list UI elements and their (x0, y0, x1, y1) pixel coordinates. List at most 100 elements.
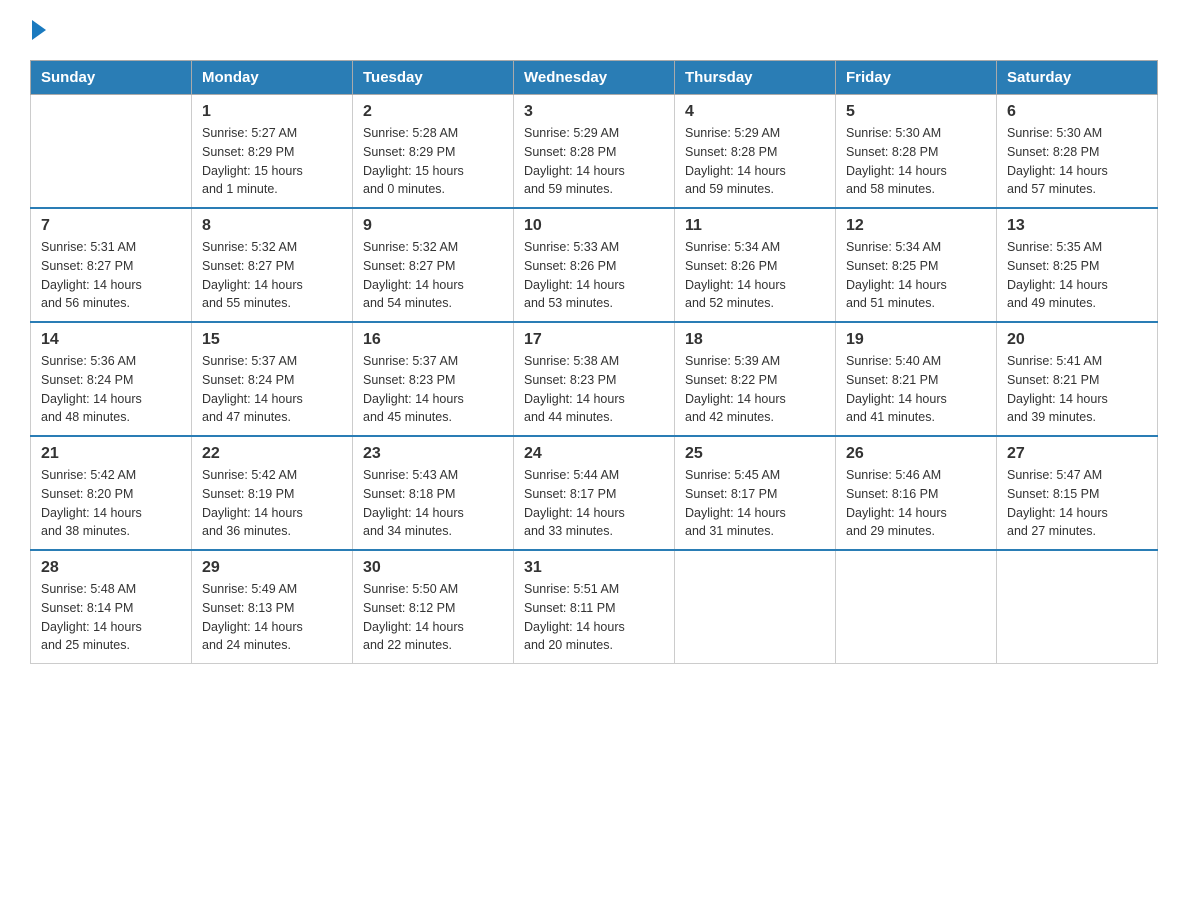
calendar-cell: 8Sunrise: 5:32 AM Sunset: 8:27 PM Daylig… (192, 208, 353, 322)
calendar-cell: 22 Sunrise: 5:42 AM Sunset: 8:19 PM Dayli… (192, 436, 353, 550)
day-info: Sunrise: 5:42 AM Sunset: 8:20 PM Dayligh… (41, 466, 181, 541)
calendar-cell: 16Sunrise: 5:37 AM Sunset: 8:23 PM Dayli… (353, 322, 514, 436)
day-info: Sunrise: 5:46 AM Sunset: 8:16 PM Dayligh… (846, 466, 986, 541)
day-info: Sunrise: 5:29 AM Sunset: 8:28 PM Dayligh… (685, 124, 825, 199)
logo-arrow-icon (32, 20, 46, 40)
day-number: 5 (846, 103, 986, 121)
calendar-cell: 31Sunrise: 5:51 AM Sunset: 8:11 PM Dayli… (514, 550, 675, 664)
calendar-cell: 11 Sunrise: 5:34 AM Sunset: 8:26 PM Dayli… (675, 208, 836, 322)
calendar-week-row: 1 Sunrise: 5:27 AM Sunset: 8:29 PM Daylig… (31, 95, 1158, 209)
day-number: 12 (846, 217, 986, 235)
day-info: Sunrise: 5:50 AM Sunset: 8:12 PM Dayligh… (363, 580, 503, 655)
calendar-cell: 14 Sunrise: 5:36 AM Sunset: 8:24 PM Dayli… (31, 322, 192, 436)
calendar-cell: 12 Sunrise: 5:34 AM Sunset: 8:25 PM Dayli… (836, 208, 997, 322)
calendar-cell: 24Sunrise: 5:44 AM Sunset: 8:17 PM Dayli… (514, 436, 675, 550)
day-info: Sunrise: 5:41 AM Sunset: 8:21 PM Dayligh… (1007, 352, 1147, 427)
day-number: 30 (363, 559, 503, 577)
calendar-cell: 17 Sunrise: 5:38 AM Sunset: 8:23 PM Dayli… (514, 322, 675, 436)
calendar-cell: 28Sunrise: 5:48 AM Sunset: 8:14 PM Dayli… (31, 550, 192, 664)
day-info: Sunrise: 5:34 AM Sunset: 8:25 PM Dayligh… (846, 238, 986, 313)
day-info: Sunrise: 5:42 AM Sunset: 8:19 PM Dayligh… (202, 466, 342, 541)
calendar-cell: 7 Sunrise: 5:31 AM Sunset: 8:27 PM Daylig… (31, 208, 192, 322)
weekday-header-sunday: Sunday (31, 61, 192, 95)
day-info: Sunrise: 5:34 AM Sunset: 8:26 PM Dayligh… (685, 238, 825, 313)
day-info: Sunrise: 5:48 AM Sunset: 8:14 PM Dayligh… (41, 580, 181, 655)
day-info: Sunrise: 5:47 AM Sunset: 8:15 PM Dayligh… (1007, 466, 1147, 541)
calendar-week-row: 28Sunrise: 5:48 AM Sunset: 8:14 PM Dayli… (31, 550, 1158, 664)
calendar-cell: 9 Sunrise: 5:32 AM Sunset: 8:27 PM Daylig… (353, 208, 514, 322)
weekday-header-row: SundayMondayTuesdayWednesdayThursdayFrid… (31, 61, 1158, 95)
day-info: Sunrise: 5:51 AM Sunset: 8:11 PM Dayligh… (524, 580, 664, 655)
day-info: Sunrise: 5:44 AM Sunset: 8:17 PM Dayligh… (524, 466, 664, 541)
day-number: 13 (1007, 217, 1147, 235)
day-number: 26 (846, 445, 986, 463)
calendar-cell: 2Sunrise: 5:28 AM Sunset: 8:29 PM Daylig… (353, 95, 514, 209)
day-info: Sunrise: 5:38 AM Sunset: 8:23 PM Dayligh… (524, 352, 664, 427)
day-number: 22 (202, 445, 342, 463)
day-number: 7 (41, 217, 181, 235)
calendar-week-row: 14 Sunrise: 5:36 AM Sunset: 8:24 PM Dayli… (31, 322, 1158, 436)
page-header (30, 20, 1158, 40)
day-info: Sunrise: 5:29 AM Sunset: 8:28 PM Dayligh… (524, 124, 664, 199)
day-number: 18 (685, 331, 825, 349)
day-info: Sunrise: 5:37 AM Sunset: 8:23 PM Dayligh… (363, 352, 503, 427)
day-info: Sunrise: 5:37 AM Sunset: 8:24 PM Dayligh… (202, 352, 342, 427)
calendar-cell: 26 Sunrise: 5:46 AM Sunset: 8:16 PM Dayli… (836, 436, 997, 550)
calendar-cell: 18 Sunrise: 5:39 AM Sunset: 8:22 PM Dayli… (675, 322, 836, 436)
calendar-cell: 29 Sunrise: 5:49 AM Sunset: 8:13 PM Dayli… (192, 550, 353, 664)
day-info: Sunrise: 5:39 AM Sunset: 8:22 PM Dayligh… (685, 352, 825, 427)
day-number: 10 (524, 217, 664, 235)
day-info: Sunrise: 5:27 AM Sunset: 8:29 PM Dayligh… (202, 124, 342, 199)
day-number: 25 (685, 445, 825, 463)
logo (30, 20, 46, 40)
day-info: Sunrise: 5:40 AM Sunset: 8:21 PM Dayligh… (846, 352, 986, 427)
weekday-header-thursday: Thursday (675, 61, 836, 95)
day-info: Sunrise: 5:49 AM Sunset: 8:13 PM Dayligh… (202, 580, 342, 655)
calendar-cell: 23Sunrise: 5:43 AM Sunset: 8:18 PM Dayli… (353, 436, 514, 550)
calendar-cell (675, 550, 836, 664)
day-number: 6 (1007, 103, 1147, 121)
calendar-cell: 27Sunrise: 5:47 AM Sunset: 8:15 PM Dayli… (997, 436, 1158, 550)
calendar-cell: 30 Sunrise: 5:50 AM Sunset: 8:12 PM Dayli… (353, 550, 514, 664)
day-info: Sunrise: 5:33 AM Sunset: 8:26 PM Dayligh… (524, 238, 664, 313)
calendar-cell: 5 Sunrise: 5:30 AM Sunset: 8:28 PM Daylig… (836, 95, 997, 209)
day-number: 4 (685, 103, 825, 121)
calendar-cell: 13 Sunrise: 5:35 AM Sunset: 8:25 PM Dayli… (997, 208, 1158, 322)
calendar-cell: 20 Sunrise: 5:41 AM Sunset: 8:21 PM Dayli… (997, 322, 1158, 436)
calendar-cell: 4 Sunrise: 5:29 AM Sunset: 8:28 PM Daylig… (675, 95, 836, 209)
day-number: 14 (41, 331, 181, 349)
day-number: 19 (846, 331, 986, 349)
weekday-header-saturday: Saturday (997, 61, 1158, 95)
calendar-cell (997, 550, 1158, 664)
calendar-table: SundayMondayTuesdayWednesdayThursdayFrid… (30, 60, 1158, 664)
day-info: Sunrise: 5:32 AM Sunset: 8:27 PM Dayligh… (202, 238, 342, 313)
calendar-cell: 6 Sunrise: 5:30 AM Sunset: 8:28 PM Daylig… (997, 95, 1158, 209)
calendar-cell: 10 Sunrise: 5:33 AM Sunset: 8:26 PM Dayli… (514, 208, 675, 322)
day-info: Sunrise: 5:36 AM Sunset: 8:24 PM Dayligh… (41, 352, 181, 427)
day-number: 1 (202, 103, 342, 121)
calendar-week-row: 21 Sunrise: 5:42 AM Sunset: 8:20 PM Dayli… (31, 436, 1158, 550)
day-number: 17 (524, 331, 664, 349)
day-number: 3 (524, 103, 664, 121)
day-info: Sunrise: 5:32 AM Sunset: 8:27 PM Dayligh… (363, 238, 503, 313)
calendar-cell: 15 Sunrise: 5:37 AM Sunset: 8:24 PM Dayli… (192, 322, 353, 436)
day-info: Sunrise: 5:31 AM Sunset: 8:27 PM Dayligh… (41, 238, 181, 313)
day-info: Sunrise: 5:28 AM Sunset: 8:29 PM Dayligh… (363, 124, 503, 199)
weekday-header-wednesday: Wednesday (514, 61, 675, 95)
day-number: 15 (202, 331, 342, 349)
weekday-header-friday: Friday (836, 61, 997, 95)
calendar-cell: 3 Sunrise: 5:29 AM Sunset: 8:28 PM Daylig… (514, 95, 675, 209)
day-number: 11 (685, 217, 825, 235)
day-number: 29 (202, 559, 342, 577)
day-info: Sunrise: 5:45 AM Sunset: 8:17 PM Dayligh… (685, 466, 825, 541)
calendar-cell (836, 550, 997, 664)
day-number: 20 (1007, 331, 1147, 349)
day-info: Sunrise: 5:30 AM Sunset: 8:28 PM Dayligh… (1007, 124, 1147, 199)
calendar-cell: 19 Sunrise: 5:40 AM Sunset: 8:21 PM Dayli… (836, 322, 997, 436)
calendar-week-row: 7 Sunrise: 5:31 AM Sunset: 8:27 PM Daylig… (31, 208, 1158, 322)
weekday-header-tuesday: Tuesday (353, 61, 514, 95)
day-info: Sunrise: 5:35 AM Sunset: 8:25 PM Dayligh… (1007, 238, 1147, 313)
day-info: Sunrise: 5:30 AM Sunset: 8:28 PM Dayligh… (846, 124, 986, 199)
day-number: 21 (41, 445, 181, 463)
day-number: 9 (363, 217, 503, 235)
